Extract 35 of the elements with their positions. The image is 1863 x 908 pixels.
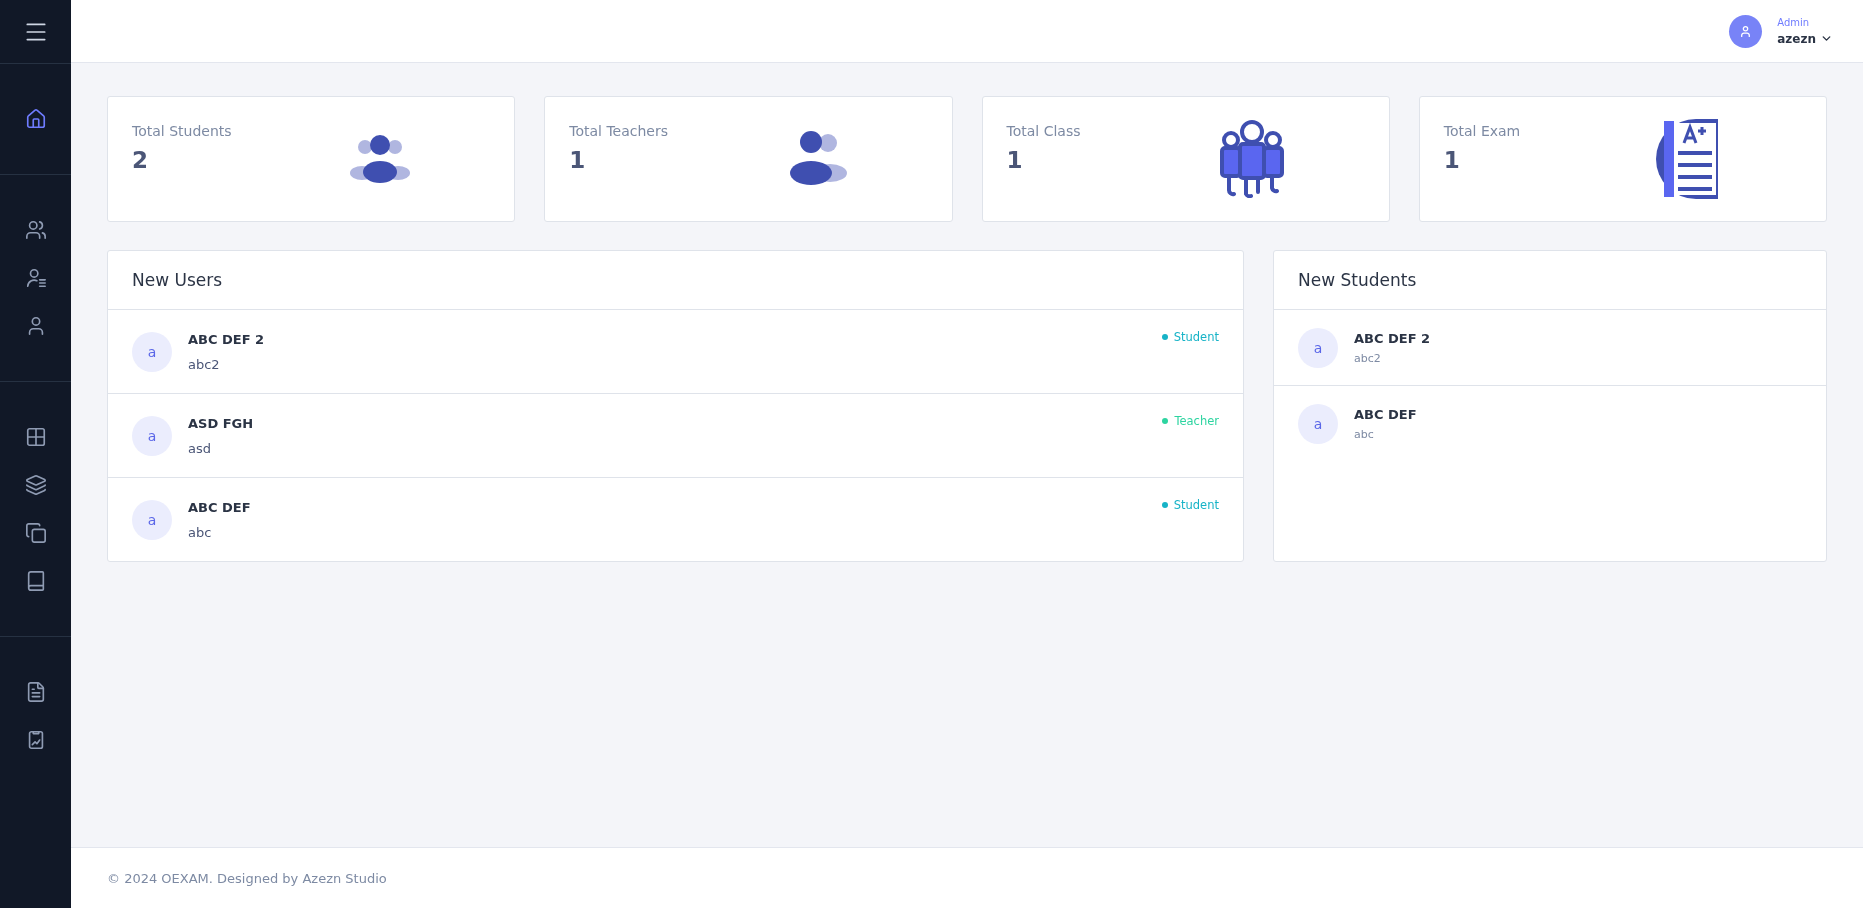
user-handle: asd (188, 440, 212, 456)
stat-value: 1 (569, 147, 587, 173)
panel-title: New Students (1274, 251, 1826, 310)
user-avatar: a (1298, 327, 1338, 368)
user-avatar: a (132, 499, 172, 540)
copyright-text: © 2024 OEXAM. Designed by Azezn Studio (107, 870, 387, 886)
teacher-icon (787, 131, 848, 187)
stat-value: 2 (132, 147, 149, 173)
stat-value: 1 (1006, 147, 1024, 173)
class-group-icon (1218, 120, 1285, 198)
user-role: Admin (1777, 16, 1811, 28)
panel-title: New Users (108, 251, 1243, 310)
role-label: Student (1173, 498, 1219, 512)
user-menu[interactable]: azezn (1777, 31, 1833, 46)
user-name: ASD FGH (188, 415, 255, 431)
role-label: Student (1173, 330, 1219, 344)
stat-label: Total Class (1006, 123, 1082, 139)
stat-label: Total Teachers (569, 123, 669, 139)
student-handle: abc2 (1354, 351, 1382, 365)
user-handle: abc (188, 524, 213, 540)
role-label: Teacher (1174, 414, 1219, 428)
user-avatar: a (132, 415, 172, 456)
student-name: ABC DEF 2 (1354, 330, 1432, 346)
student-name: ABC DEF (1354, 406, 1418, 422)
avatar-icon (1729, 14, 1763, 48)
user-name: ABC DEF 2 (188, 331, 266, 347)
user-name: ABC DEF (188, 499, 252, 515)
user-avatar: a (132, 331, 172, 372)
students-icon (350, 135, 411, 183)
user-handle: abc2 (188, 356, 221, 372)
user-avatar: a (1298, 403, 1338, 444)
stat-value: 1 (1443, 147, 1461, 173)
stat-label: Total Students (132, 123, 233, 139)
stat-label: Total Exam (1443, 123, 1522, 139)
student-handle: abc (1354, 427, 1375, 441)
